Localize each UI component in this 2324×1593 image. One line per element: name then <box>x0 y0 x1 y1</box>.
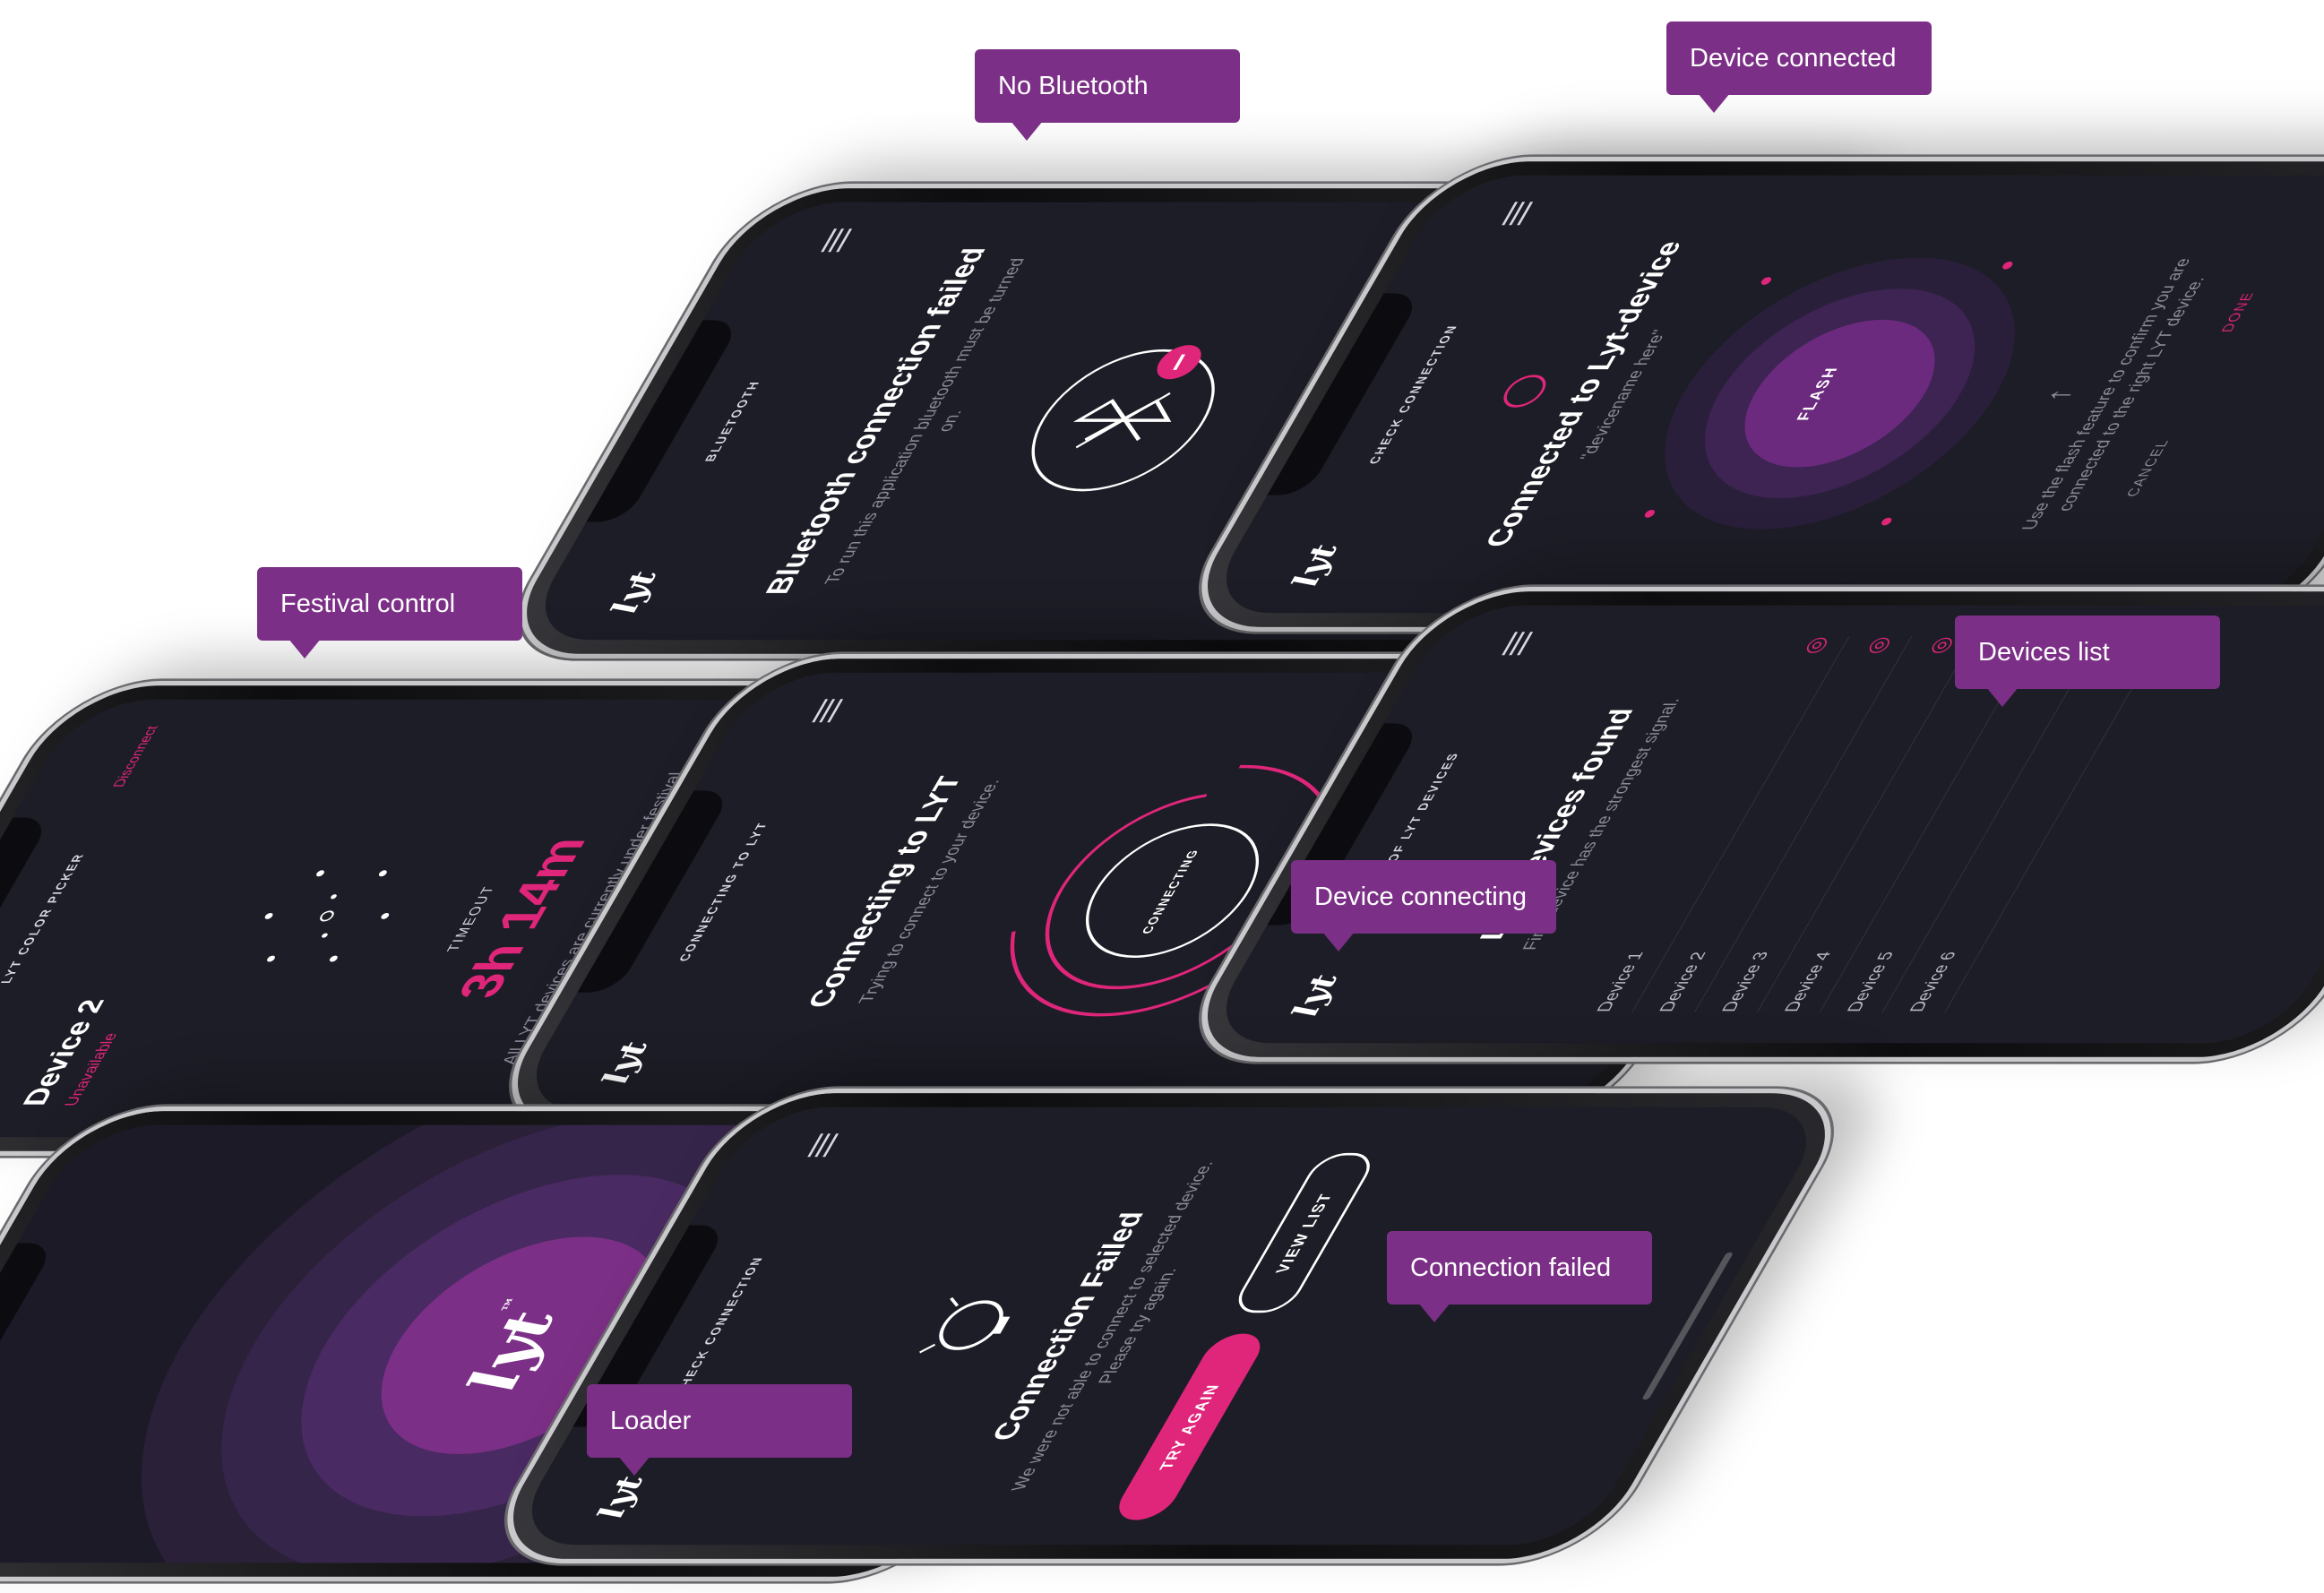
notch <box>0 1243 57 1445</box>
device-label: Device 3 <box>1717 951 1773 1012</box>
device-label: Device 4 <box>1780 951 1836 1012</box>
callout-label: Devices list <box>1978 637 2110 667</box>
done-button[interactable]: DONE <box>2219 292 2259 332</box>
callout-device-connected: Device connected <box>1666 22 1932 113</box>
menu-icon[interactable] <box>821 228 853 253</box>
callout-label: Loader <box>610 1406 692 1435</box>
arrow-up-icon: ↑ <box>2036 388 2081 402</box>
heading: Bluetooth connection failed <box>758 247 994 595</box>
menu-icon[interactable] <box>812 699 844 723</box>
device-label: Device 2 <box>1655 951 1710 1012</box>
callout-no-bluetooth: No Bluetooth <box>975 49 1240 141</box>
bluetooth-off-icon <box>1031 345 1215 492</box>
device-label: Device 6 <box>1906 951 1960 1012</box>
lamp-icon: ◎ <box>1795 636 1833 655</box>
lamp-icon: ◎ <box>1921 636 1958 655</box>
callout-label: Connection failed <box>1410 1253 1612 1282</box>
device-label: Device 1 <box>1592 951 1648 1012</box>
lamp-icon: ◎ <box>1858 636 1896 655</box>
callout-label: Device connected <box>1690 43 1897 73</box>
callout-label: No Bluetooth <box>998 71 1149 100</box>
callout-devices-list: Devices list <box>1955 616 2220 707</box>
disconnect-link[interactable]: Disconnect <box>111 726 163 788</box>
bulb-icon <box>919 1296 1011 1354</box>
try-again-button[interactable]: TRY AGAIN <box>1108 1333 1270 1520</box>
callout-label: Festival control <box>280 589 456 618</box>
callout-festival-control: Festival control <box>257 567 522 659</box>
callout-loader: Loader <box>587 1384 852 1476</box>
lamp-icon <box>1496 375 1554 408</box>
callout-label: Device connecting <box>1314 882 1527 911</box>
callout-connection-failed: Connection failed <box>1387 1231 1652 1322</box>
callout-device-connecting: Device connecting <box>1291 860 1556 951</box>
view-list-button[interactable]: VIEW LIST <box>1228 1152 1381 1313</box>
menu-icon[interactable] <box>807 1133 839 1158</box>
cancel-button[interactable]: CANCEL <box>2124 439 2173 496</box>
device-label: Device 5 <box>1843 951 1898 1012</box>
color-wheel-dots <box>264 870 390 962</box>
menu-icon[interactable] <box>1502 632 1534 656</box>
menu-icon[interactable] <box>1502 202 1534 226</box>
